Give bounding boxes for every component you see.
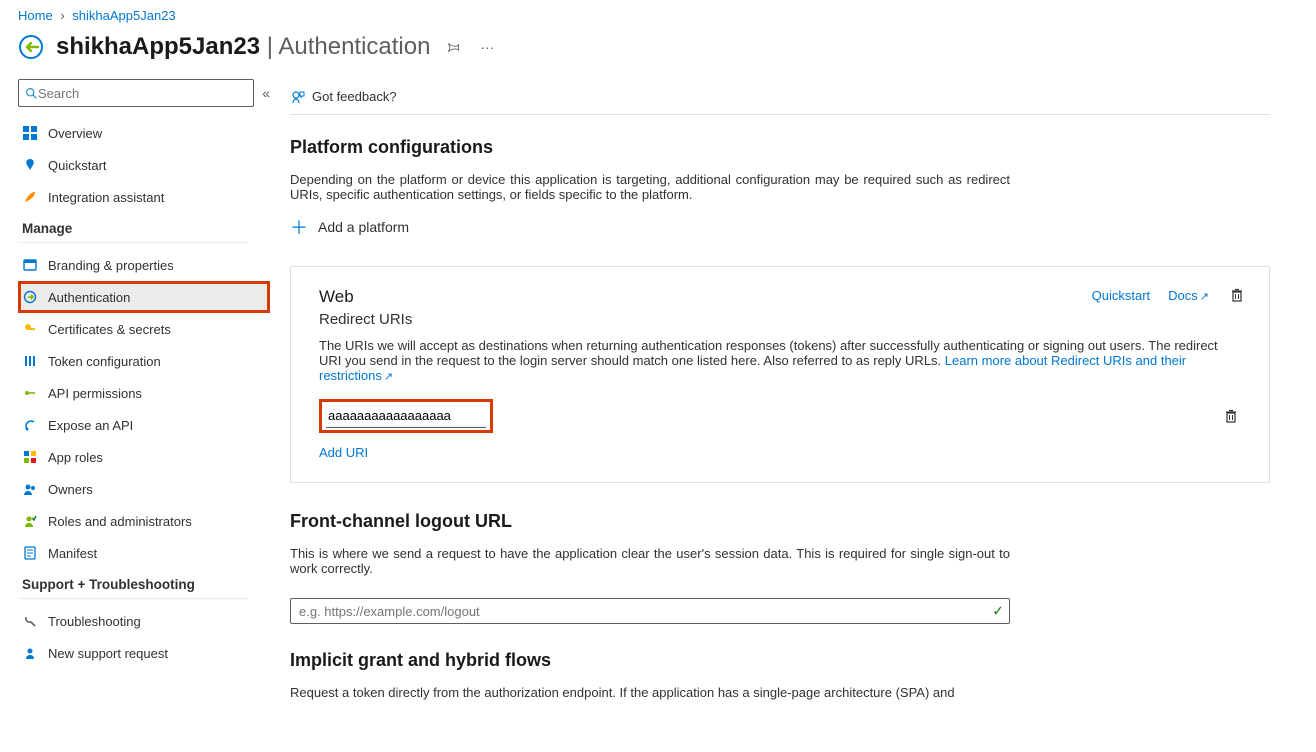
check-icon: ✓ (992, 603, 1004, 620)
sidebar-item-label: Token configuration (48, 354, 161, 369)
add-platform-label: Add a platform (318, 219, 409, 235)
sidebar-search-input[interactable] (38, 86, 247, 101)
sidebar-item-label: Overview (48, 126, 102, 141)
support-person-icon (22, 645, 38, 661)
sidebar-item-authentication[interactable]: Authentication (18, 281, 270, 313)
sidebar-item-expose-api[interactable]: Expose an API (18, 409, 270, 441)
sidebar-heading-support: Support + Troubleshooting (18, 569, 248, 599)
sidebar-item-token-config[interactable]: Token configuration (18, 345, 270, 377)
feedback-button[interactable]: Got feedback? (290, 89, 397, 105)
api-permissions-icon (22, 385, 38, 401)
sidebar-item-label: Owners (48, 482, 93, 497)
breadcrumb-app[interactable]: shikhaApp5Jan23 (72, 8, 175, 23)
manifest-icon (22, 545, 38, 561)
logout-heading: Front-channel logout URL (290, 511, 1270, 532)
overview-icon (22, 125, 38, 141)
page-header: shikhaApp5Jan23 | Authentication ··· (0, 27, 1316, 79)
sidebar-item-roles-admins[interactable]: Roles and administrators (18, 505, 270, 537)
sidebar-item-manifest[interactable]: Manifest (18, 537, 270, 569)
delete-platform-button[interactable] (1227, 285, 1247, 305)
external-link-icon: ↗ (1200, 291, 1209, 303)
breadcrumb-home[interactable]: Home (18, 8, 53, 23)
feedback-label: Got feedback? (312, 89, 397, 104)
sidebar-item-label: Integration assistant (48, 190, 164, 205)
sidebar-item-label: Branding & properties (48, 258, 174, 273)
sidebar-item-quickstart[interactable]: Quickstart (18, 149, 270, 181)
sidebar-item-troubleshooting[interactable]: Troubleshooting (18, 605, 270, 637)
main-content: Got feedback? Platform configurations De… (270, 79, 1290, 752)
implicit-desc: Request a token directly from the author… (290, 685, 1010, 700)
web-quickstart-link[interactable]: Quickstart (1092, 288, 1151, 303)
sidebar-item-new-support[interactable]: New support request (18, 637, 270, 669)
logout-url-input[interactable] (290, 598, 1010, 624)
external-link-icon: ↗ (384, 371, 393, 383)
owners-icon (22, 481, 38, 497)
sidebar-item-branding[interactable]: Branding & properties (18, 249, 270, 281)
sidebar: « Overview Quickstart Integration assist… (0, 79, 270, 752)
quickstart-icon (22, 157, 38, 173)
pin-button[interactable] (442, 36, 464, 58)
sidebar-search-wrap[interactable] (18, 79, 254, 107)
logout-desc: This is where we send a request to have … (290, 546, 1010, 576)
implicit-heading: Implicit grant and hybrid flows (290, 650, 1270, 671)
page-title-page: Authentication (278, 33, 430, 60)
key-icon (22, 321, 38, 337)
page-title-sep: | (260, 33, 278, 60)
web-platform-card: Quickstart Docs↗ Web Redirect URIs The U… (290, 266, 1270, 483)
add-uri-button[interactable]: Add URI (319, 445, 368, 460)
sidebar-item-label: Expose an API (48, 418, 133, 433)
feedback-icon (290, 89, 306, 105)
roles-admin-icon (22, 513, 38, 529)
sidebar-item-overview[interactable]: Overview (18, 117, 270, 149)
plus-icon: ＋ (290, 214, 308, 240)
sidebar-item-label: Troubleshooting (48, 614, 141, 629)
sidebar-item-owners[interactable]: Owners (18, 473, 270, 505)
authentication-icon (22, 289, 38, 305)
sidebar-item-integration-assistant[interactable]: Integration assistant (18, 181, 270, 213)
sidebar-item-label: API permissions (48, 386, 142, 401)
rocket-icon (22, 189, 38, 205)
sidebar-item-label: App roles (48, 450, 103, 465)
app-registration-icon (18, 34, 44, 60)
token-icon (22, 353, 38, 369)
sidebar-item-certificates[interactable]: Certificates & secrets (18, 313, 270, 345)
delete-uri-button[interactable] (1221, 406, 1241, 426)
platform-config-desc: Depending on the platform or device this… (290, 172, 1010, 202)
branding-icon (22, 257, 38, 273)
app-roles-icon (22, 449, 38, 465)
web-docs-link[interactable]: Docs↗ (1168, 288, 1209, 303)
add-platform-button[interactable]: ＋ Add a platform (290, 214, 409, 240)
sidebar-item-api-permissions[interactable]: API permissions (18, 377, 270, 409)
redirect-uri-input[interactable] (326, 404, 486, 428)
collapse-sidebar-button[interactable]: « (262, 85, 270, 101)
sidebar-item-app-roles[interactable]: App roles (18, 441, 270, 473)
sidebar-heading-manage: Manage (18, 213, 248, 243)
sidebar-item-label: New support request (48, 646, 168, 661)
troubleshooting-icon (22, 613, 38, 629)
search-icon (25, 87, 38, 100)
redirect-uri-highlight (319, 399, 493, 433)
web-card-subtitle: Redirect URIs (319, 311, 1241, 328)
sidebar-item-label: Certificates & secrets (48, 322, 171, 337)
sidebar-item-label: Authentication (48, 290, 130, 305)
platform-config-heading: Platform configurations (290, 137, 1270, 158)
web-card-desc: The URIs we will accept as destinations … (319, 338, 1241, 383)
command-bar: Got feedback? (290, 79, 1270, 115)
page-title-app: shikhaApp5Jan23 (56, 33, 260, 60)
expose-api-icon (22, 417, 38, 433)
sidebar-item-label: Manifest (48, 546, 97, 561)
page-title: shikhaApp5Jan23 | Authentication (56, 33, 430, 61)
more-button[interactable]: ··· (476, 35, 498, 59)
sidebar-item-label: Quickstart (48, 158, 107, 173)
breadcrumb: Home › shikhaApp5Jan23 (0, 0, 1316, 27)
breadcrumb-separator: › (60, 8, 64, 23)
sidebar-item-label: Roles and administrators (48, 514, 192, 529)
